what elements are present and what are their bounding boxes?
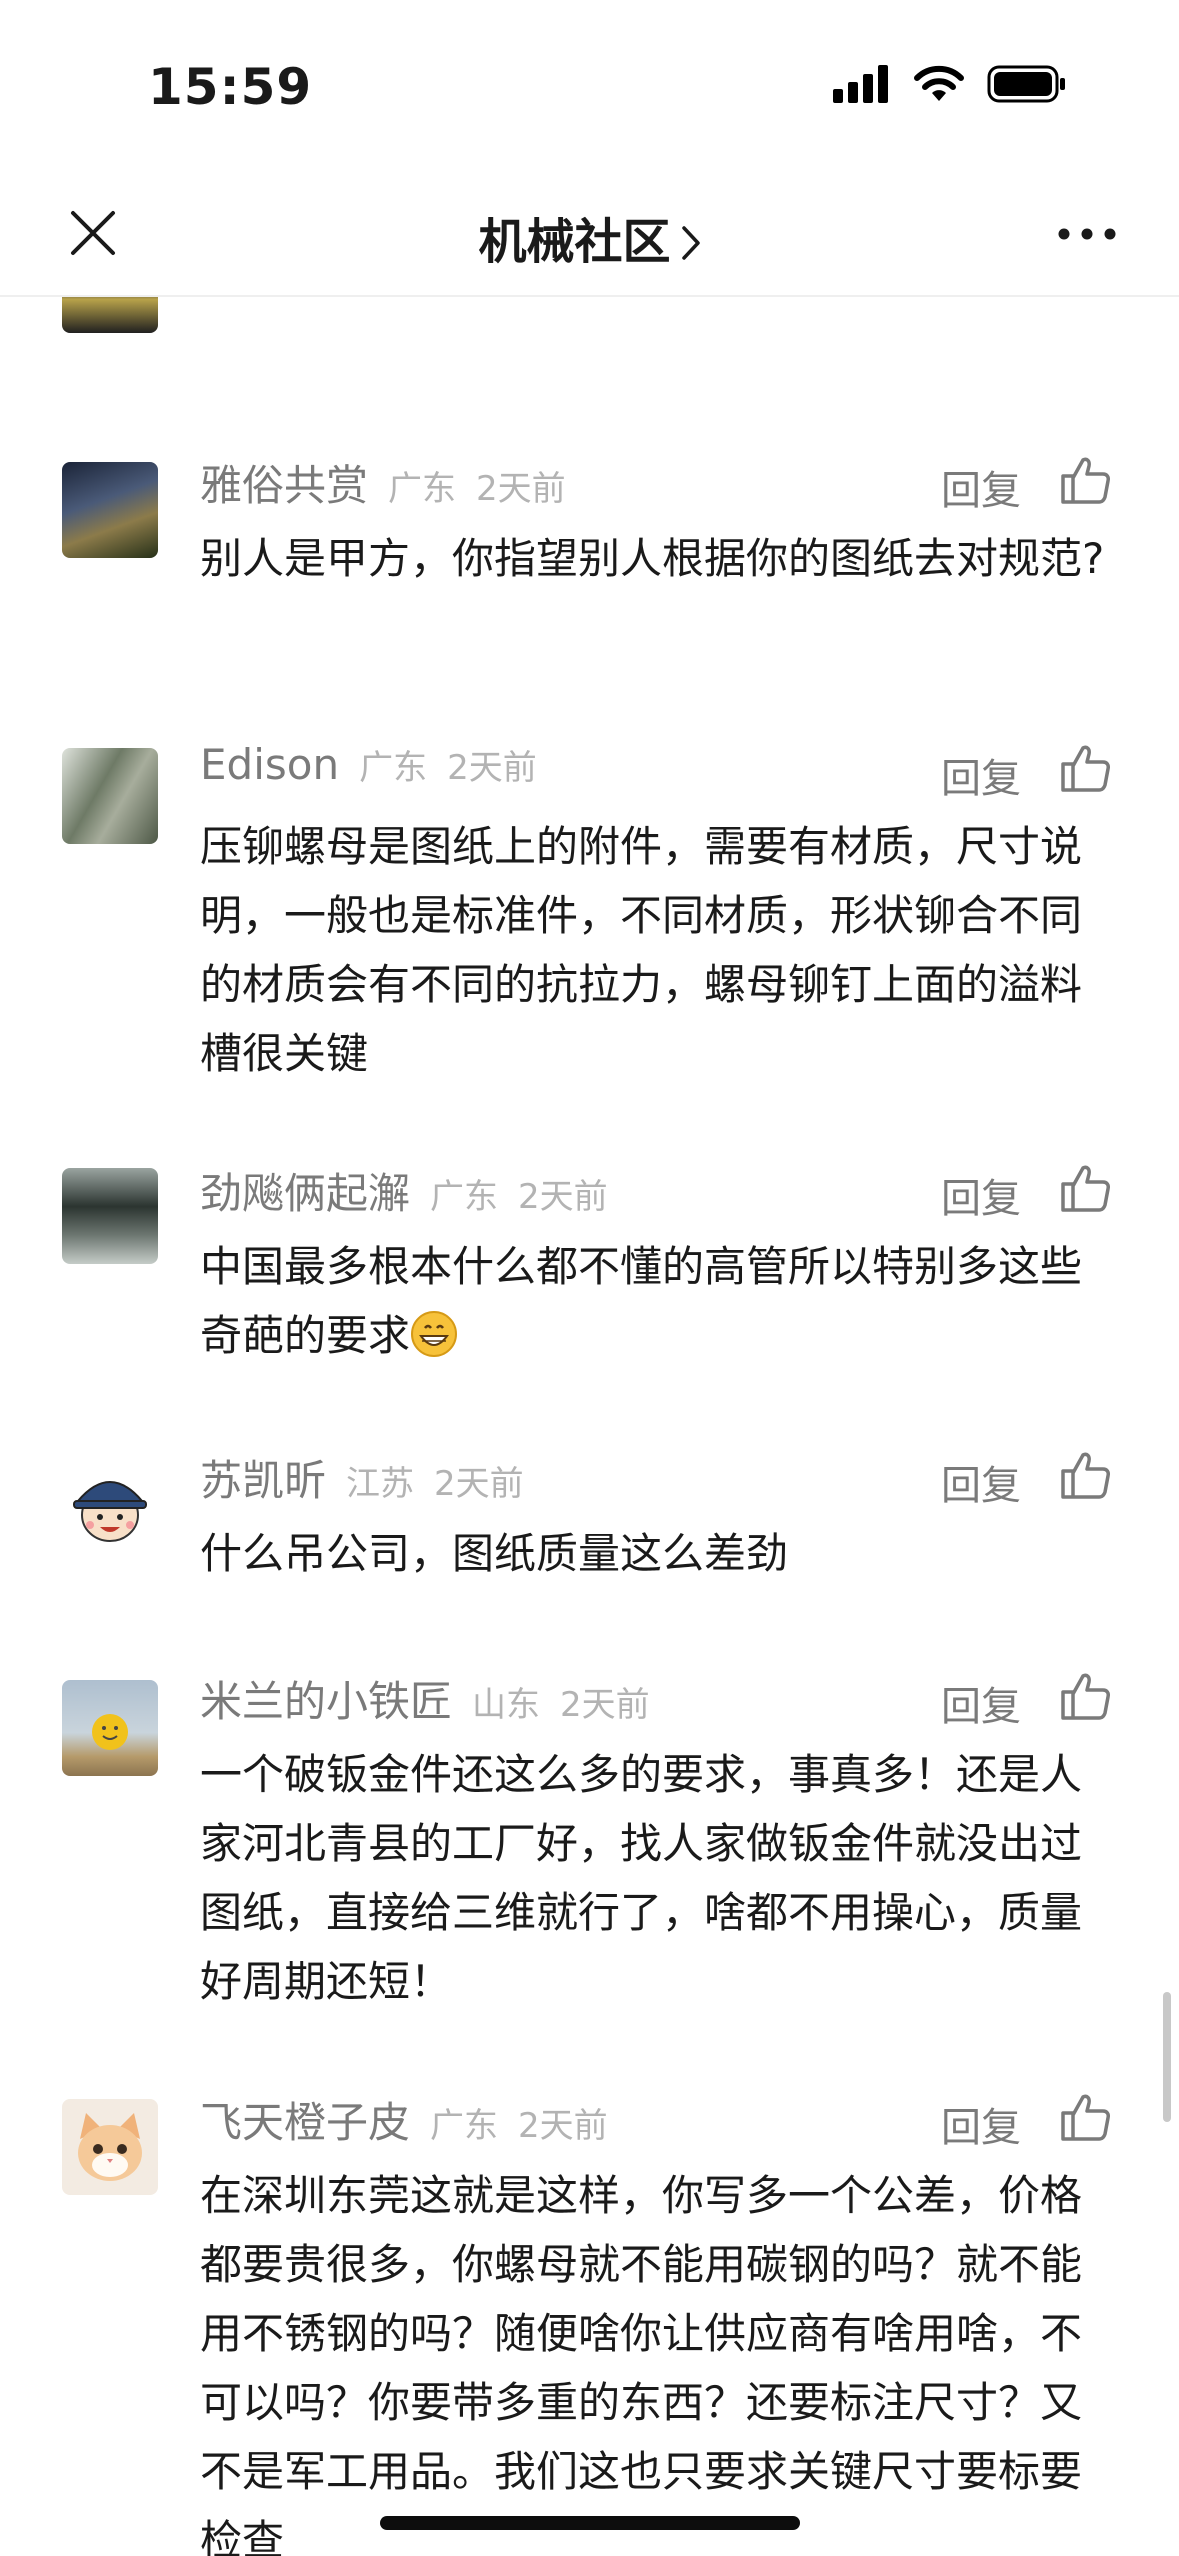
reply-button[interactable]: 回复 [941, 746, 1021, 804]
chevron-right-icon [681, 217, 701, 273]
avatar[interactable] [62, 748, 158, 844]
reply-button[interactable]: 回复 [941, 2095, 1021, 2153]
thumbs-up-icon [1061, 1165, 1110, 1212]
comment-location: 广东 [359, 748, 428, 788]
comment-text: 在深圳东莞这就是这样，你写多一个公差，价格都要贵很多，你螺母就不能用碳钢的吗？就… [200, 2171, 1083, 2556]
status-time: 15:59 [148, 58, 313, 116]
reply-button[interactable]: 回复 [941, 1166, 1021, 1224]
avatar[interactable] [62, 2099, 158, 2195]
comment-location: 广东 [388, 469, 457, 509]
comment-text: 一个破钣金件还这么多的要求，事真多！还是人家河北青县的工厂好，找人家做钣金件就没… [200, 1750, 1083, 2006]
avatar[interactable] [62, 297, 158, 333]
comment-text: 中国最多根本什么都不懂的高管所以特别多这些奇葩的要求 [200, 1232, 1120, 1370]
like-button[interactable] [1057, 1160, 1113, 1216]
status-bar: 15:59 [0, 0, 1179, 170]
thumbs-up-icon [1061, 2094, 1110, 2141]
like-button[interactable] [1057, 1447, 1113, 1503]
comment-location: 广东 [430, 2106, 499, 2146]
like-button[interactable] [1057, 1668, 1113, 1724]
thumbs-up-icon [1061, 745, 1110, 792]
comment-text-content: 中国最多根本什么都不懂的高管所以特别多这些奇葩的要求 [200, 1242, 1083, 1360]
thumbs-up-icon [1061, 457, 1110, 504]
cartoon-avatar-image [73, 1481, 147, 1542]
community-title-link[interactable]: 机械社区 [0, 202, 1179, 273]
reply-button[interactable]: 回复 [941, 458, 1021, 516]
comment-text: 什么吊公司，图纸质量这么差劲 [200, 1529, 789, 1578]
status-icons [833, 64, 1067, 104]
top-navigation-bar: 机械社区 [0, 170, 1179, 297]
more-icon [1058, 228, 1116, 240]
battery-icon [987, 65, 1065, 103]
comment-meta: 劲飚俩起澥 广东 2天前 [200, 1160, 608, 1232]
avatar[interactable] [62, 1457, 158, 1553]
thumbs-up-icon [1061, 1452, 1110, 1499]
comment-author[interactable]: 米兰的小铁匠 [200, 1668, 452, 1729]
comment-location: 江苏 [346, 1464, 415, 1504]
reply-button[interactable]: 回复 [941, 1674, 1021, 1732]
comment-meta: Edison 广东 2天前 [200, 740, 537, 812]
comment-text: 别人是甲方，你指望别人根据你的图纸去对规范? [200, 534, 1105, 583]
cat-avatar-image [78, 2113, 142, 2181]
comment-author[interactable]: 飞天橙子皮 [200, 2089, 410, 2150]
comment-time: 2天前 [476, 469, 566, 509]
comment-meta: 雅俗共赏 广东 2天前 [200, 452, 566, 524]
comment-time: 2天前 [447, 748, 537, 788]
comment-text: 压铆螺母是图纸上的附件，需要有材质，尺寸说明，一般也是标准件，不同材质，形状铆合… [200, 822, 1083, 1078]
comment-author[interactable]: 苏凯昕 [200, 1447, 326, 1508]
wifi-icon [914, 65, 964, 101]
comment-author[interactable]: 雅俗共赏 [200, 452, 368, 513]
comment-text: 最后附表解决最好 [200, 297, 1120, 311]
cellular-signal-icon [833, 65, 888, 103]
comment-time: 2天前 [518, 2106, 608, 2146]
grin-emoji-icon [411, 1311, 458, 1357]
avatar[interactable] [62, 462, 158, 558]
comment-location: 山东 [472, 1685, 541, 1725]
like-button[interactable] [1057, 452, 1113, 508]
thumbs-up-icon [1061, 1673, 1110, 1720]
like-button[interactable] [1057, 740, 1113, 796]
scrollbar[interactable] [1163, 1992, 1171, 2122]
comment-time: 2天前 [434, 1464, 524, 1504]
page-title: 机械社区 [478, 214, 671, 270]
comment-time: 2天前 [518, 1177, 608, 1217]
home-indicator[interactable] [380, 2516, 800, 2530]
comment-location: 广东 [430, 1177, 499, 1217]
comment-time: 2天前 [560, 1685, 650, 1725]
like-button[interactable] [1057, 2089, 1113, 2145]
reply-button[interactable]: 回复 [941, 1453, 1021, 1511]
avatar[interactable] [62, 1168, 158, 1264]
comment-meta: 苏凯昕 江苏 2天前 [200, 1447, 524, 1519]
comment-feed[interactable]: 最后附表解决最好 雅俗共赏 广东 2天前 回复 别人是甲方，你指望别人根据你的图… [0, 297, 1179, 2556]
comment-meta: 飞天橙子皮 广东 2天前 [200, 2089, 608, 2161]
avatar-image [92, 1714, 128, 1750]
comment-meta: 米兰的小铁匠 山东 2天前 [200, 1668, 650, 1740]
comment-author[interactable]: 劲飚俩起澥 [200, 1160, 410, 1221]
more-options-button[interactable] [1047, 204, 1127, 264]
comment-author[interactable]: Edison [200, 740, 339, 789]
avatar[interactable] [62, 1680, 158, 1776]
